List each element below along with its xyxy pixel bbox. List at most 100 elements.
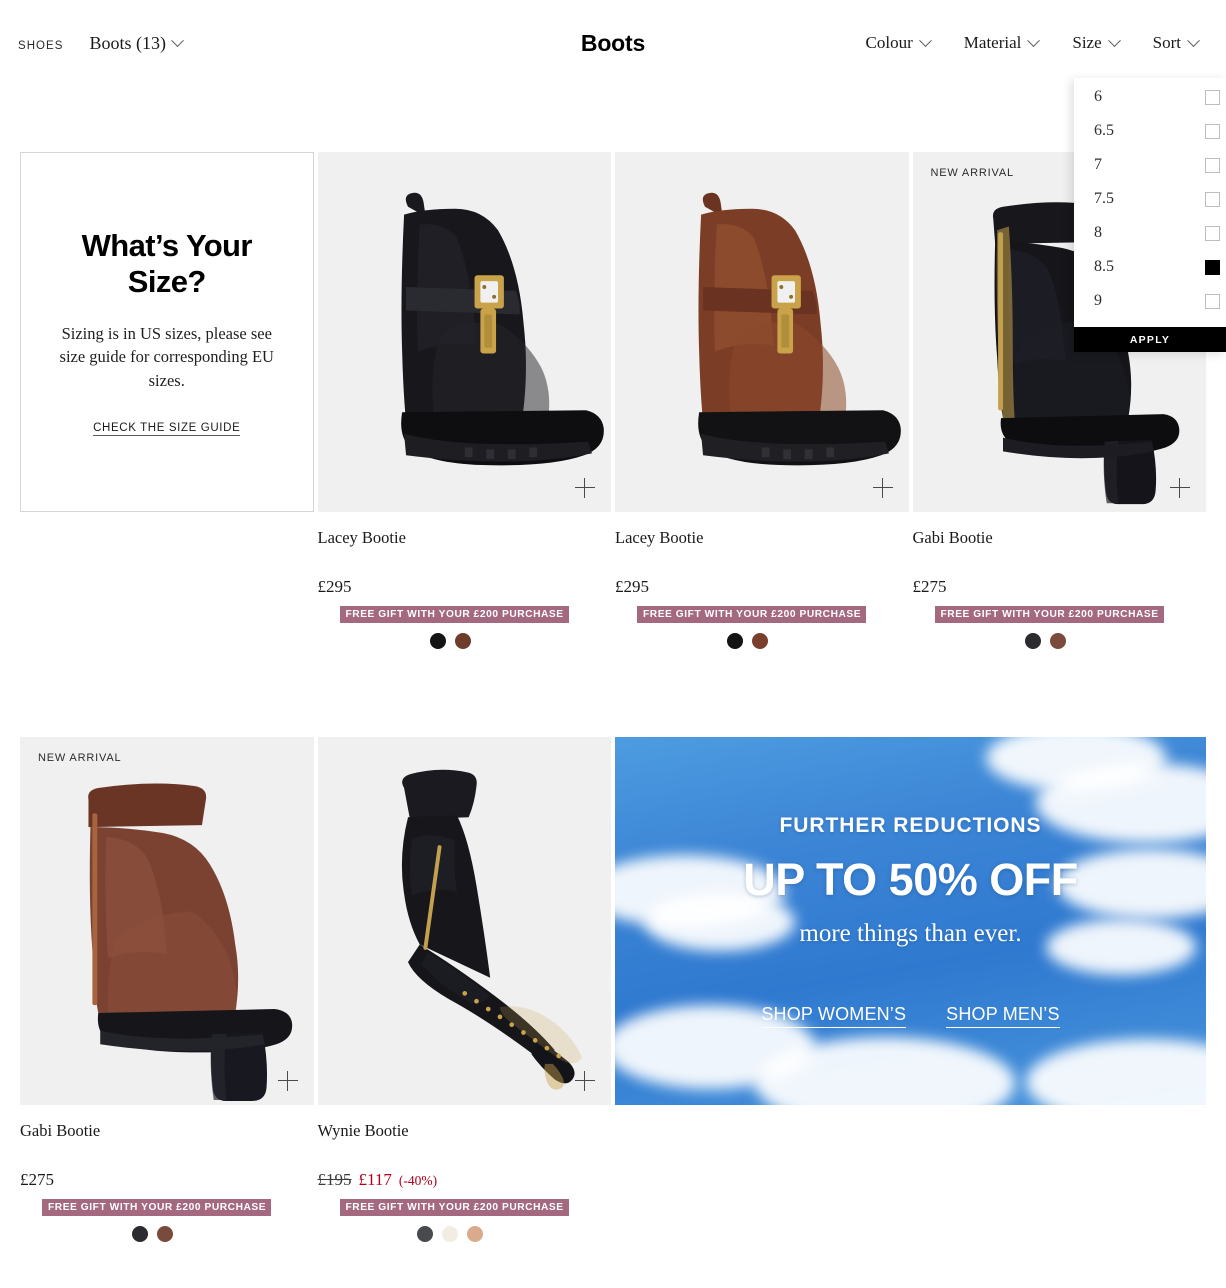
product-card-1[interactable]: Lacey Bootie £295 FREE GIFT WITH YOUR £2… bbox=[615, 152, 909, 649]
product-image-3[interactable]: NEW ARRIVAL bbox=[20, 737, 314, 1105]
size-option-label: 7 bbox=[1094, 156, 1102, 173]
chevron-down-icon bbox=[1027, 33, 1041, 47]
shop-mens-link[interactable]: SHOP MEN’S bbox=[946, 1004, 1060, 1028]
filter-colour-label: Colour bbox=[865, 33, 913, 52]
quick-add-plus-icon-0[interactable] bbox=[575, 478, 595, 498]
quick-add-plus-icon-2[interactable] bbox=[1170, 478, 1190, 498]
size-option-9[interactable]: 9 bbox=[1074, 284, 1226, 318]
size-option-6[interactable]: 6 bbox=[1074, 80, 1226, 114]
product-swatches-1[interactable] bbox=[615, 633, 909, 649]
swatch[interactable] bbox=[1024, 633, 1041, 649]
product-price-line-3: £275 bbox=[20, 1170, 314, 1190]
filter-material-label: Material bbox=[963, 33, 1022, 52]
product-name-3[interactable]: Gabi Bootie bbox=[20, 1121, 314, 1141]
free-gift-badge-1: FREE GIFT WITH YOUR £200 PURCHASE bbox=[637, 606, 867, 623]
swatch[interactable] bbox=[442, 1226, 459, 1242]
filter-sort-label: Sort bbox=[1152, 33, 1181, 52]
promo-subhead: more things than ever. bbox=[799, 920, 1022, 947]
apply-size-filter-button[interactable]: APPLY bbox=[1074, 327, 1226, 352]
breadcrumb-shoes-link[interactable]: SHOES bbox=[18, 40, 63, 52]
swatch[interactable] bbox=[1049, 633, 1066, 649]
size-option-6-5[interactable]: 6.5 bbox=[1074, 114, 1226, 148]
size-option-7-5[interactable]: 7.5 bbox=[1074, 182, 1226, 216]
product-discount-4: (-40%) bbox=[398, 1173, 438, 1188]
breadcrumb: SHOES Boots (13) bbox=[18, 32, 184, 54]
promo-headline: UP TO 50% OFF bbox=[743, 854, 1078, 905]
quick-add-plus-icon-4[interactable] bbox=[575, 1071, 595, 1091]
product-name-1[interactable]: Lacey Bootie bbox=[615, 528, 909, 548]
size-guide-body: Sizing is in US sizes, please see size g… bbox=[59, 323, 274, 390]
size-option-8[interactable]: 8 bbox=[1074, 216, 1226, 250]
filter-sort[interactable]: Sort bbox=[1152, 33, 1200, 53]
swatch[interactable] bbox=[417, 1226, 434, 1242]
size-option-checkbox[interactable] bbox=[1205, 293, 1220, 309]
product-price-2: £275 bbox=[912, 577, 947, 596]
swatch[interactable] bbox=[752, 633, 769, 649]
chevron-down-icon bbox=[171, 33, 184, 47]
product-image-4[interactable] bbox=[317, 737, 611, 1105]
size-option-label: 9 bbox=[1094, 292, 1102, 309]
product-price-0: £295 bbox=[317, 577, 352, 596]
product-swatches-0[interactable] bbox=[318, 633, 612, 649]
product-name-4[interactable]: Wynie Bootie bbox=[318, 1121, 612, 1141]
size-guide-card: What’s Your Size? Sizing is in US sizes,… bbox=[20, 152, 314, 649]
size-option-checkbox[interactable] bbox=[1205, 191, 1220, 207]
free-gift-badge-0: FREE GIFT WITH YOUR £200 PURCHASE bbox=[339, 606, 569, 623]
swatch[interactable] bbox=[157, 1226, 174, 1242]
product-name-0[interactable]: Lacey Bootie bbox=[318, 528, 612, 548]
product-price-line-2: £275 bbox=[913, 577, 1207, 597]
promo-banner[interactable]: FURTHER REDUCTIONS UP TO 50% OFF more th… bbox=[615, 737, 1206, 1105]
shop-womens-link[interactable]: SHOP WOMEN’S bbox=[761, 1004, 907, 1028]
size-option-checkbox[interactable] bbox=[1205, 123, 1220, 139]
swatch[interactable] bbox=[727, 633, 744, 649]
size-option-checkbox[interactable] bbox=[1205, 89, 1220, 105]
swatch[interactable] bbox=[467, 1226, 484, 1242]
size-option-checkbox[interactable] bbox=[1205, 157, 1220, 173]
product-card-4[interactable]: Wynie Bootie £195 £117 (-40%) FREE GIFT … bbox=[317, 737, 612, 1242]
product-image-0[interactable] bbox=[317, 152, 611, 512]
filter-material[interactable]: Material bbox=[963, 33, 1041, 53]
size-filter-dropdown[interactable]: 6 6.5 7 7.5 8 8.5 9 APPLY bbox=[1074, 78, 1226, 352]
product-image-1[interactable] bbox=[615, 152, 909, 512]
free-gift-badge-2: FREE GIFT WITH YOUR £200 PURCHASE bbox=[934, 606, 1164, 623]
stiletto-boot-black-illustration bbox=[401, 769, 582, 1090]
size-option-label: 8.5 bbox=[1094, 258, 1114, 275]
product-was-price-4: £195 bbox=[317, 1170, 352, 1189]
check-size-guide-link[interactable]: CHECK THE SIZE GUIDE bbox=[93, 422, 241, 437]
new-arrival-badge-3: NEW ARRIVAL bbox=[38, 752, 122, 764]
quick-add-plus-icon-1[interactable] bbox=[872, 478, 893, 498]
product-card-3[interactable]: NEW ARRIVAL Gabi Bootie £275 FREE GIFT W… bbox=[20, 737, 314, 1242]
size-option-7[interactable]: 7 bbox=[1074, 148, 1226, 182]
product-swatches-2[interactable] bbox=[913, 633, 1207, 649]
filter-colour[interactable]: Colour bbox=[865, 33, 932, 53]
size-guide-title: What’s Your Size? bbox=[81, 227, 253, 299]
product-price-line-1: £295 bbox=[615, 577, 909, 597]
product-swatches-4[interactable] bbox=[318, 1226, 612, 1242]
product-name-2[interactable]: Gabi Bootie bbox=[913, 528, 1207, 548]
product-card-0[interactable]: Lacey Bootie £295 FREE GIFT WITH YOUR £2… bbox=[317, 152, 612, 649]
free-gift-badge-4: FREE GIFT WITH YOUR £200 PURCHASE bbox=[339, 1199, 569, 1216]
product-price-line-0: £295 bbox=[318, 577, 612, 597]
category-dropdown-boots[interactable]: Boots (13) bbox=[89, 32, 184, 54]
size-option-label: 6.5 bbox=[1094, 122, 1114, 139]
product-grid-row-1: What’s Your Size? Sizing is in US sizes,… bbox=[0, 152, 1226, 649]
promo-kicker: FURTHER REDUCTIONS bbox=[779, 814, 1042, 837]
filter-size[interactable]: Size bbox=[1072, 33, 1121, 53]
free-gift-badge-3: FREE GIFT WITH YOUR £200 PURCHASE bbox=[42, 1199, 272, 1216]
size-option-checkbox[interactable] bbox=[1205, 225, 1220, 241]
size-option-checkbox[interactable] bbox=[1205, 259, 1220, 275]
swatch[interactable] bbox=[454, 633, 471, 649]
swatch[interactable] bbox=[132, 1226, 149, 1242]
quick-add-plus-icon-3[interactable] bbox=[277, 1071, 298, 1091]
size-option-8-5[interactable]: 8.5 bbox=[1074, 250, 1226, 284]
chevron-down-icon bbox=[918, 33, 932, 47]
chevron-down-icon bbox=[1107, 33, 1121, 47]
page-header: SHOES Boots (13) Boots Colour Material S… bbox=[0, 0, 1226, 86]
swatch[interactable] bbox=[429, 633, 446, 649]
size-option-label: 8 bbox=[1094, 224, 1102, 241]
filter-bar: Colour Material Size Sort bbox=[866, 33, 1208, 53]
product-grid-row-2: NEW ARRIVAL Gabi Bootie £275 FREE GIFT W… bbox=[0, 737, 1226, 1242]
product-swatches-3[interactable] bbox=[20, 1226, 314, 1242]
product-price-3: £275 bbox=[20, 1170, 54, 1189]
category-label: Boots (13) bbox=[89, 32, 166, 53]
